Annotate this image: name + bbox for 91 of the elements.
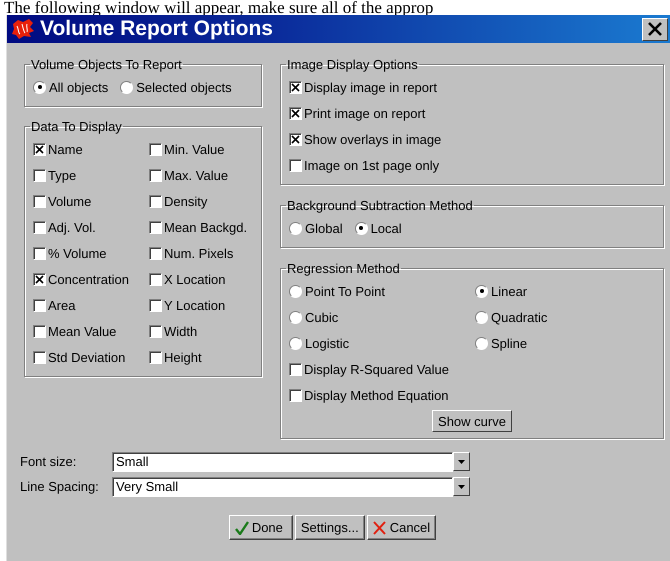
radio-button[interactable] — [289, 336, 302, 350]
radio-label: Global — [305, 220, 343, 236]
checkbox[interactable] — [33, 142, 46, 156]
radio-label: Selected objects — [136, 80, 232, 94]
close-button[interactable] — [642, 18, 668, 40]
check-icon — [234, 520, 249, 534]
radio-button[interactable] — [289, 284, 302, 298]
checkbox[interactable] — [33, 168, 46, 182]
cancel-button[interactable]: Cancel — [366, 515, 436, 540]
checkbox-label: Max. Value — [164, 168, 228, 182]
checkbox[interactable] — [33, 298, 46, 312]
checkbox[interactable] — [149, 272, 162, 286]
field-label: Line Spacing: — [20, 479, 100, 494]
checkbox[interactable] — [33, 324, 46, 338]
radio-label: Point To Point — [305, 284, 385, 298]
checkbox[interactable] — [149, 324, 162, 338]
checkbox-label: X Location — [164, 272, 226, 286]
radio-label: Spline — [491, 336, 528, 350]
checkbox[interactable] — [149, 350, 162, 364]
checkbox[interactable] — [149, 246, 162, 260]
checkbox[interactable] — [149, 168, 162, 182]
window-title: Volume Report Options — [40, 17, 274, 41]
checkbox[interactable] — [149, 142, 162, 156]
radio-label: Local — [370, 220, 402, 236]
checkbox[interactable] — [289, 158, 302, 172]
checkbox-label: Display Method Equation — [304, 388, 449, 402]
dropdown-button[interactable] — [453, 477, 470, 496]
checkbox-label: Concentration — [48, 272, 129, 286]
field-label: Font size: — [20, 454, 78, 469]
checkbox[interactable] — [289, 80, 302, 94]
radio-button[interactable] — [33, 80, 46, 94]
checkbox-label: Num. Pixels — [164, 246, 234, 260]
show-curve-button[interactable]: Show curve — [432, 410, 512, 432]
radio-button[interactable] — [475, 310, 488, 324]
cancel-icon — [372, 520, 387, 534]
checkbox-label: Width — [164, 324, 198, 338]
group-title: Regression Method — [286, 261, 401, 276]
radio-label: All objects — [49, 80, 108, 94]
checkbox[interactable] — [33, 272, 46, 286]
settings-button[interactable]: Settings... — [294, 515, 365, 540]
radio-label: Cubic — [305, 310, 338, 324]
checkbox-label: % Volume — [48, 246, 107, 260]
checkbox-label: Type — [48, 168, 76, 182]
dropdown-field[interactable]: Very Small — [112, 476, 453, 496]
radio-button[interactable] — [289, 222, 302, 234]
close-icon — [648, 22, 662, 36]
radio-label: Logistic — [305, 336, 350, 350]
radio-label: Linear — [491, 284, 528, 298]
app-icon — [11, 18, 35, 40]
dropdown-field[interactable]: Small — [112, 452, 453, 472]
radio-button[interactable] — [475, 336, 488, 350]
checkbox-label: Display R-Squared Value — [304, 362, 449, 376]
radio-button[interactable] — [354, 222, 368, 234]
checkbox-label: Print image on report — [304, 106, 426, 120]
checkbox-label: Height — [164, 350, 202, 364]
checkbox-label: Name — [48, 142, 83, 156]
dropdown-button[interactable] — [453, 452, 470, 471]
checkbox[interactable] — [289, 388, 302, 402]
checkbox-label: Density — [164, 194, 208, 208]
checkbox-label: Image on 1st page only — [304, 158, 440, 172]
group-title: Volume Objects To Report — [30, 57, 183, 72]
checkbox-label: Mean Value — [48, 324, 116, 338]
checkbox-label: Y Location — [164, 298, 226, 312]
checkbox[interactable] — [149, 220, 162, 234]
checkbox[interactable] — [33, 220, 46, 234]
checkbox[interactable] — [33, 246, 46, 260]
radio-button[interactable] — [289, 310, 302, 324]
checkbox-label: Min. Value — [164, 142, 224, 156]
checkbox-label: Show overlays in image — [304, 132, 442, 146]
checkbox-label: Area — [48, 298, 76, 312]
checkbox[interactable] — [149, 298, 162, 312]
group-title: Background Subtraction Method — [286, 198, 474, 213]
checkbox-label: Adj. Vol. — [48, 220, 96, 234]
radio-label: Quadratic — [491, 310, 548, 324]
group-title: Image Display Options — [286, 57, 419, 72]
checkbox-label: Volume — [48, 194, 92, 208]
checkbox-label: Display image in report — [304, 80, 437, 94]
checkbox[interactable] — [289, 106, 302, 120]
checkbox[interactable] — [289, 132, 302, 146]
caret-icon — [458, 460, 465, 464]
done-button[interactable]: Done — [228, 515, 293, 540]
checkbox-label: Mean Backgd. — [164, 220, 248, 234]
caret-icon — [458, 484, 465, 488]
group-title: Data To Display — [30, 119, 123, 134]
checkbox[interactable] — [289, 362, 302, 376]
checkbox[interactable] — [149, 194, 162, 208]
radio-button[interactable] — [475, 284, 488, 298]
checkbox[interactable] — [33, 350, 46, 364]
checkbox-label: Std Deviation — [48, 350, 126, 364]
checkbox[interactable] — [33, 194, 46, 208]
radio-button[interactable] — [120, 80, 134, 94]
